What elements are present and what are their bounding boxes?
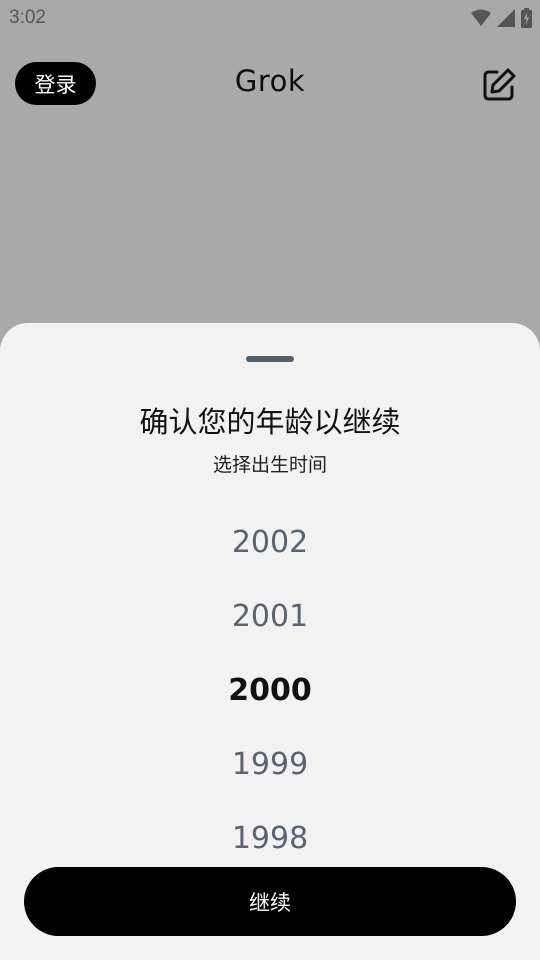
sheet-title: 确认您的年龄以继续 xyxy=(139,405,401,439)
status-bar: 3:02 xyxy=(0,0,540,36)
cellular-signal-icon xyxy=(497,9,515,31)
year-option-selected[interactable]: 2000 xyxy=(0,673,540,708)
new-chat-button[interactable] xyxy=(480,66,518,104)
wifi-icon xyxy=(471,9,491,31)
sheet-subtitle: 选择出生时间 xyxy=(212,454,327,476)
year-option[interactable]: 2002 xyxy=(0,525,540,560)
edit-square-icon xyxy=(480,68,518,108)
year-picker[interactable]: 2002 2001 2000 1999 1998 xyxy=(0,513,540,873)
screen: 3:02 登录 Grok 确认您的年龄以继续 选择出生时间 2002 2001 … xyxy=(0,0,540,960)
year-option[interactable]: 1998 xyxy=(0,821,540,856)
status-icons xyxy=(471,8,532,32)
battery-charging-icon xyxy=(521,8,532,32)
app-title: Grok xyxy=(234,64,306,98)
status-time: 3:02 xyxy=(9,7,46,28)
age-confirmation-sheet: 确认您的年龄以继续 选择出生时间 2002 2001 2000 1999 199… xyxy=(0,323,540,960)
drag-handle[interactable] xyxy=(246,356,294,362)
continue-button[interactable]: 继续 xyxy=(24,867,516,936)
year-option[interactable]: 2001 xyxy=(0,599,540,634)
year-option[interactable]: 1999 xyxy=(0,747,540,782)
